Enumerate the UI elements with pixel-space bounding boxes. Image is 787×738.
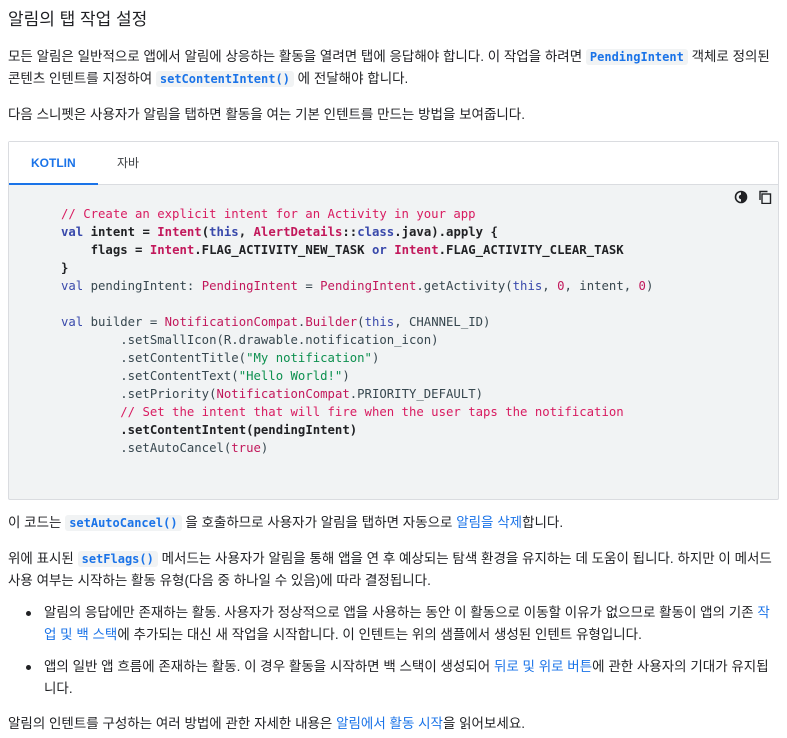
code-panel: KOTLIN 자바 // Create an explicit intent f… [8, 141, 779, 500]
auto-cancel-text-1: 이 코드는 [8, 515, 66, 530]
section-heading: 알림의 탭 작업 설정 [8, 10, 148, 29]
code-line: .setContentTitle("My notification") [61, 351, 380, 365]
code-line: val builder = NotificationCompat.Builder… [61, 315, 491, 329]
code-comment: // Create an explicit intent for an Acti… [61, 207, 476, 221]
activity-type-list: 알림의 응답에만 존재하는 활동. 사용자가 정상적으로 앱을 사용하는 동안 … [8, 602, 778, 700]
auto-cancel-text-2: 을 호출하므로 사용자가 알림을 탭하면 자동으로 [181, 515, 457, 530]
code-tabs: KOTLIN 자바 [9, 142, 778, 185]
link-remove-notification[interactable]: 알림을 삭제 [456, 515, 522, 530]
inline-code-setcontentintent: setContentIntent() [155, 71, 294, 87]
code-line: val pendingIntent: PendingIntent = Pendi… [61, 279, 654, 293]
code-line: } [61, 261, 69, 275]
inline-code-setflags: setFlags() [77, 551, 158, 567]
snippet-intro: 다음 스니펫은 사용자가 알림을 탭하면 활동을 여는 기본 인텐트를 만드는 … [8, 107, 525, 122]
code-comment: // Set the intent that will fire when th… [120, 405, 624, 419]
set-flags-paragraph: 위에 표시된 setFlags() 메서드는 사용자가 알림을 통해 앱을 연 … [8, 548, 778, 592]
link-start-activity[interactable]: 알림에서 활동 시작 [336, 716, 443, 731]
code-line: .setPriority(NotificationCompat.PRIORITY… [61, 387, 484, 401]
copy-icon[interactable] [758, 190, 772, 205]
code-line: flags = Intent.FLAG_ACTIVITY_NEW_TASK or… [90, 243, 624, 257]
code-tools [728, 189, 772, 205]
link-back-up-buttons[interactable]: 뒤로 및 위로 버튼 [494, 659, 592, 674]
list-item: 앱의 일반 앱 흐름에 존재하는 활동. 이 경우 활동을 시작하면 백 스택이… [8, 656, 778, 700]
outro-paragraph: 알림의 인텐트를 구성하는 여러 방법에 관한 자세한 내용은 알림에서 활동 … [8, 713, 778, 735]
outro-text-2: 을 읽어보세요. [442, 716, 525, 731]
intro-text-3: 에 전달해야 합니다. [293, 71, 409, 86]
intro-paragraph: 모든 알림은 일반적으로 앱에서 알림에 상응하는 활동을 열려면 탭에 응답해… [8, 46, 778, 90]
code-line: .setContentIntent(pendingIntent) [120, 423, 358, 437]
code-line: .setSmallIcon(R.drawable.notification_ic… [61, 333, 439, 347]
code-line: .setContentText("Hello World!") [61, 369, 350, 383]
code-line: .setAutoCancel(true) [61, 441, 269, 455]
inline-code-pendingintent: PendingIntent [585, 49, 688, 65]
bullet-1-text-2: 에 추가되는 대신 새 작업을 시작합니다. 이 인텐트는 위의 샘플에서 생성… [117, 627, 642, 642]
doc-page: 알림의 탭 작업 설정 모든 알림은 일반적으로 앱에서 알림에 상응하는 활동… [0, 0, 787, 738]
dark-mode-icon[interactable] [734, 190, 748, 204]
auto-cancel-paragraph: 이 코드는 setAutoCancel() 을 호출하므로 사용자가 알림을 탭… [8, 512, 778, 534]
intro-text-1: 모든 알림은 일반적으로 앱에서 알림에 상응하는 활동을 열려면 탭에 응답해… [8, 49, 586, 64]
inline-code-setautocancel: setAutoCancel() [65, 515, 182, 531]
set-flags-text-1: 위에 표시된 [8, 551, 78, 566]
tab-kotlin[interactable]: KOTLIN [9, 142, 98, 185]
tab-java[interactable]: 자바 [95, 142, 161, 185]
bullet-2-text-1: 앱의 일반 앱 흐름에 존재하는 활동. 이 경우 활동을 시작하면 백 스택이… [44, 659, 494, 674]
outro-text-1: 알림의 인텐트를 구성하는 여러 방법에 관한 자세한 내용은 [8, 716, 337, 731]
code-block: // Create an explicit intent for an Acti… [61, 205, 653, 457]
list-item: 알림의 응답에만 존재하는 활동. 사용자가 정상적으로 앱을 사용하는 동안 … [8, 602, 778, 646]
auto-cancel-text-3: 합니다. [522, 515, 564, 530]
code-line: val intent = Intent(this, AlertDetails::… [61, 225, 498, 239]
bullet-1-text-1: 알림의 응답에만 존재하는 활동. 사용자가 정상적으로 앱을 사용하는 동안 … [44, 605, 758, 620]
